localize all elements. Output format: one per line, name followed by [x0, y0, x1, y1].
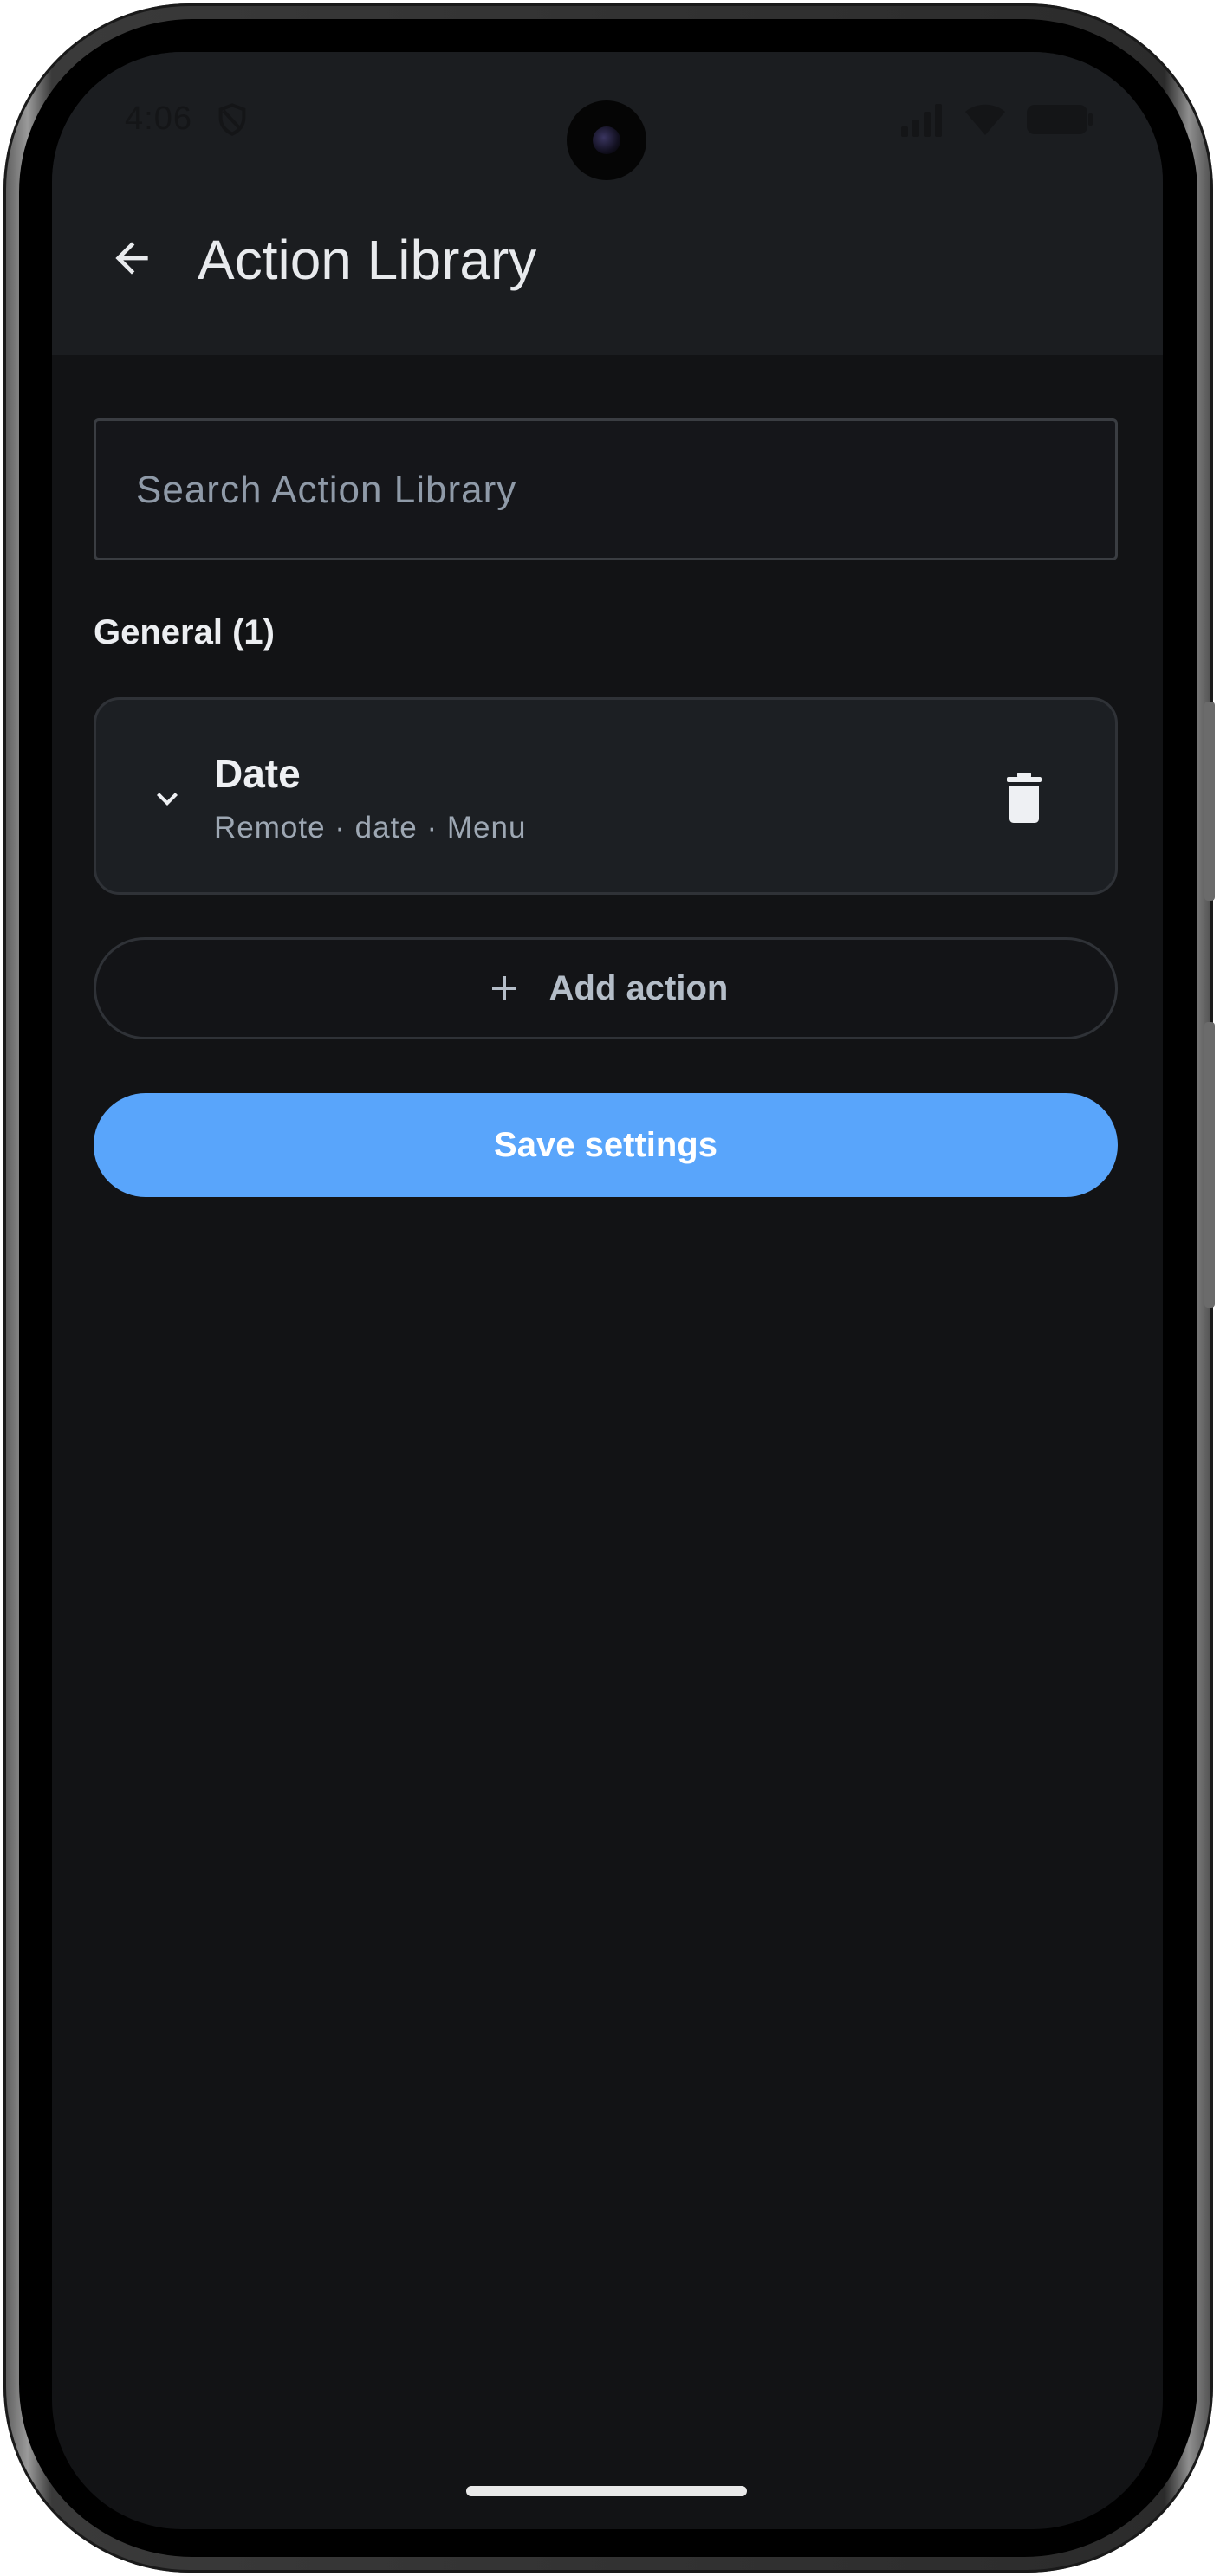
screen: 4:06 Action Library Search Action Librar… [52, 52, 1163, 2529]
search-field[interactable] [94, 418, 1118, 560]
arrow-left-icon [115, 242, 148, 275]
search-input[interactable] [134, 421, 1074, 560]
delete-action-button[interactable] [994, 767, 1055, 828]
save-settings-button[interactable]: Save settings [94, 1093, 1118, 1197]
status-icons [899, 100, 1093, 139]
app-bar: 4:06 Action Library [52, 52, 1163, 355]
side-button-upper [1204, 702, 1215, 901]
chevron-down-icon [157, 793, 178, 806]
side-button-lower [1204, 1022, 1215, 1308]
back-button[interactable] [97, 223, 166, 293]
action-meta: Remote · date · Menu [214, 811, 527, 845]
home-indicator[interactable] [466, 2486, 747, 2496]
front-camera [567, 100, 646, 180]
save-settings-label: Save settings [494, 1125, 717, 1164]
battery-icon [1027, 105, 1093, 134]
action-card-date[interactable]: Date Remote · date · Menu [94, 697, 1118, 895]
add-action-label: Add action [548, 968, 729, 1007]
trash-icon [1007, 773, 1042, 823]
signal-icon [901, 104, 942, 137]
expand-toggle[interactable] [145, 776, 190, 821]
action-name: Date [214, 751, 301, 796]
status-time: 4:06 [125, 100, 192, 137]
add-action-button[interactable]: Add action [94, 937, 1118, 1039]
wifi-icon [965, 104, 1005, 135]
page-title: Action Library [198, 229, 537, 291]
shield-icon [218, 103, 246, 136]
section-heading-general: General (1) [94, 613, 275, 651]
plus-icon [491, 976, 516, 1000]
